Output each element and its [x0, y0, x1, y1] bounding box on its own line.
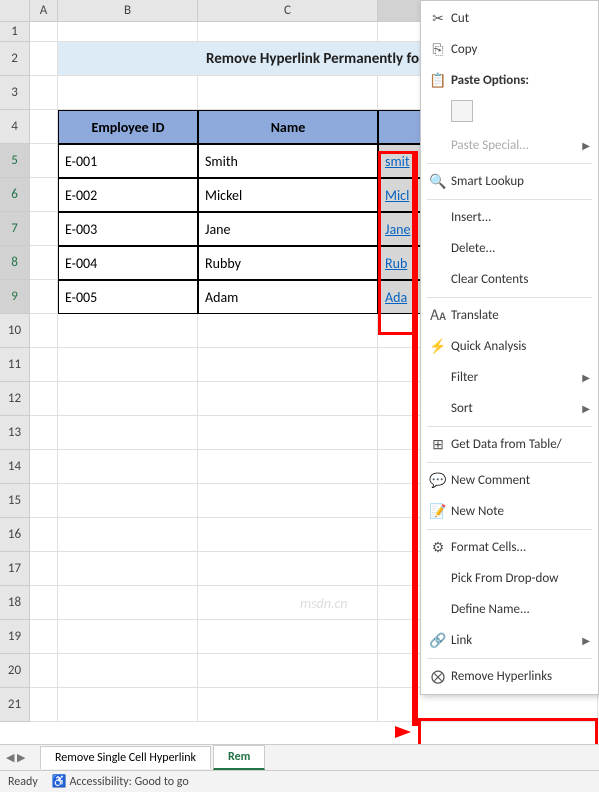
row-header-21[interactable]: 21	[0, 688, 30, 722]
col-header-C[interactable]: C	[198, 0, 378, 21]
menu-new-comment[interactable]: 💬 New Comment	[421, 465, 598, 496]
menu-smart-lookup[interactable]: 🔍 Smart Lookup	[421, 166, 598, 197]
status-accessibility[interactable]: ♿ Accessibility: Good to go	[52, 774, 189, 789]
paste-option-button[interactable]	[451, 100, 473, 122]
cell-id[interactable]: E-004	[58, 246, 198, 280]
paste-icon: 📋	[425, 72, 451, 89]
menu-define-name[interactable]: Define Name...	[421, 594, 598, 625]
row-header-16[interactable]: 16	[0, 518, 30, 552]
row-header-8[interactable]: 8	[0, 246, 30, 280]
menu-separator	[427, 426, 592, 427]
row-header-11[interactable]: 11	[0, 348, 30, 382]
status-ready: Ready	[8, 775, 38, 789]
watermark: msdn.cn	[300, 595, 347, 612]
row-header-6[interactable]: 6	[0, 178, 30, 212]
menu-new-note[interactable]: 📝 New Note	[421, 496, 598, 527]
submenu-arrow-icon: ▶	[582, 402, 590, 415]
sheet-tab-active[interactable]: Rem	[213, 745, 265, 770]
menu-copy[interactable]: ⎘ Copy	[421, 34, 598, 65]
row-header-13[interactable]: 13	[0, 416, 30, 450]
menu-separator	[427, 199, 592, 200]
menu-translate[interactable]: 🗛 Translate	[421, 300, 598, 331]
row-header-3[interactable]: 3	[0, 76, 30, 110]
menu-filter[interactable]: Filter ▶	[421, 362, 598, 393]
accessibility-icon: ♿	[52, 775, 67, 789]
menu-delete[interactable]: Delete...	[421, 233, 598, 264]
submenu-arrow-icon: ▶	[582, 634, 590, 647]
row-header-4[interactable]: 4	[0, 110, 30, 144]
cell-name[interactable]: Rubby	[198, 246, 378, 280]
cell-name[interactable]: Mickel	[198, 178, 378, 212]
menu-separator	[427, 297, 592, 298]
menu-pick-from-list[interactable]: Pick From Drop-dow	[421, 563, 598, 594]
menu-remove-hyperlinks[interactable]: ⨂ Remove Hyperlinks	[421, 661, 598, 692]
translate-icon: 🗛	[425, 307, 451, 324]
format-icon: ⚙	[425, 539, 451, 556]
menu-paste-options-header: 📋 Paste Options:	[421, 65, 598, 96]
row-header-18[interactable]: 18	[0, 586, 30, 620]
menu-sort[interactable]: Sort ▶	[421, 393, 598, 424]
row-header-10[interactable]: 10	[0, 314, 30, 348]
menu-get-data[interactable]: ⊞ Get Data from Table/	[421, 429, 598, 460]
row-header-15[interactable]: 15	[0, 484, 30, 518]
row-header-14[interactable]: 14	[0, 450, 30, 484]
note-icon: 📝	[425, 503, 451, 520]
status-bar: Ready ♿ Accessibility: Good to go	[0, 770, 599, 792]
row-header-9[interactable]: 9	[0, 280, 30, 314]
submenu-arrow-icon: ▶	[582, 371, 590, 384]
col-header-A[interactable]: A	[30, 0, 58, 21]
quick-analysis-icon: ⚡	[425, 338, 451, 355]
cell-id[interactable]: E-001	[58, 144, 198, 178]
menu-cut[interactable]: ✂ Cut	[421, 3, 598, 34]
row-header-19[interactable]: 19	[0, 620, 30, 654]
menu-separator	[427, 462, 592, 463]
cell-name[interactable]: Smith	[198, 144, 378, 178]
menu-separator	[427, 163, 592, 164]
cell-id[interactable]: E-002	[58, 178, 198, 212]
menu-insert[interactable]: Insert...	[421, 202, 598, 233]
copy-icon: ⎘	[425, 41, 451, 58]
row-header-5[interactable]: 5	[0, 144, 30, 178]
submenu-arrow-icon: ▶	[582, 139, 590, 152]
row-header-17[interactable]: 17	[0, 552, 30, 586]
menu-separator	[427, 658, 592, 659]
lookup-icon: 🔍	[425, 173, 451, 190]
row-header-7[interactable]: 7	[0, 212, 30, 246]
cell-id[interactable]: E-005	[58, 280, 198, 314]
select-all-corner[interactable]	[0, 0, 30, 21]
menu-clear-contents[interactable]: Clear Contents	[421, 264, 598, 295]
row-header-12[interactable]: 12	[0, 382, 30, 416]
th-name[interactable]: Name	[198, 110, 378, 144]
menu-separator	[427, 529, 592, 530]
cell-id[interactable]: E-003	[58, 212, 198, 246]
sheet-tab[interactable]: Remove Single Cell Hyperlink	[40, 746, 211, 769]
menu-paste-special[interactable]: Paste Special... ▶	[421, 130, 598, 161]
comment-icon: 💬	[425, 472, 451, 489]
menu-link[interactable]: 🔗 Link ▶	[421, 625, 598, 656]
row-header-20[interactable]: 20	[0, 654, 30, 688]
cell-name[interactable]: Jane	[198, 212, 378, 246]
menu-format-cells[interactable]: ⚙ Format Cells...	[421, 532, 598, 563]
menu-quick-analysis[interactable]: ⚡ Quick Analysis	[421, 331, 598, 362]
col-header-B[interactable]: B	[58, 0, 198, 21]
link-icon: 🔗	[425, 632, 451, 649]
remove-link-icon: ⨂	[425, 668, 451, 685]
sheet-tab-bar: ◀ ▶ Remove Single Cell Hyperlink Rem	[0, 744, 599, 770]
tab-nav-arrows[interactable]: ◀ ▶	[6, 751, 25, 764]
row-header-1[interactable]: 1	[0, 22, 30, 42]
table-icon: ⊞	[425, 436, 451, 453]
annotation-arrow-head	[395, 726, 411, 738]
cell-name[interactable]: Adam	[198, 280, 378, 314]
cut-icon: ✂	[425, 10, 451, 27]
row-headers: 1 2 3 4 5 6 7 8 9 10 11 12 13 14 15 16 1…	[0, 22, 30, 722]
row-header-2[interactable]: 2	[0, 42, 30, 76]
th-employee-id[interactable]: Employee ID	[58, 110, 198, 144]
context-menu: ✂ Cut ⎘ Copy 📋 Paste Options: Paste Spec…	[420, 0, 599, 695]
